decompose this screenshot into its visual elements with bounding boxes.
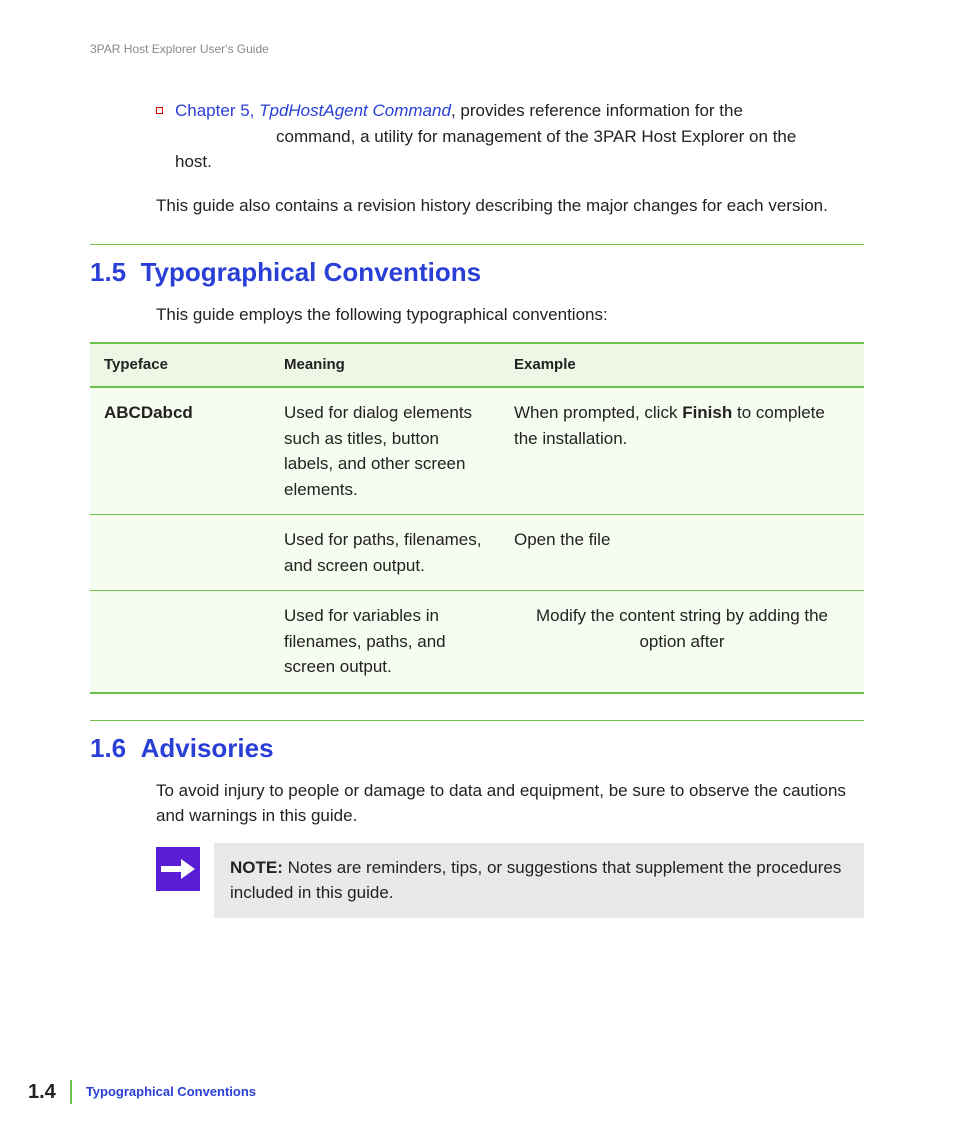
section-divider	[90, 720, 864, 721]
table-header-row: Typeface Meaning Example	[90, 343, 864, 388]
intro-paragraph: This guide also contains a revision hist…	[156, 193, 864, 219]
running-header: 3PAR Host Explorer User's Guide	[90, 40, 864, 58]
section-title-text: Advisories	[141, 733, 274, 763]
bullet-text-line3: host.	[175, 149, 864, 175]
bullet-after-ref: , provides reference information for the	[451, 101, 743, 120]
bullet-text-line2: command, a utility for management of the…	[276, 124, 864, 150]
cell-example: Modify the content string by adding the …	[500, 591, 864, 693]
section-number: 1.6	[90, 733, 126, 763]
cell-meaning: Used for variables in filenames, paths, …	[270, 591, 500, 693]
cell-typeface	[90, 591, 270, 693]
cell-typeface	[90, 515, 270, 591]
example-pre: Open the file	[514, 530, 610, 549]
note-label: NOTE:	[230, 858, 283, 877]
note-body: NOTE: Notes are reminders, tips, or sugg…	[214, 843, 864, 918]
th-typeface: Typeface	[90, 343, 270, 388]
page-footer: 1.4 Typographical Conventions	[28, 1077, 256, 1107]
cell-meaning: Used for dialog elements such as titles,…	[270, 387, 500, 515]
example-post: option after	[639, 632, 724, 651]
bullet-icon	[156, 107, 163, 114]
section-divider	[90, 244, 864, 245]
section-heading-16: 1.6 Advisories	[90, 729, 864, 768]
note-text: Notes are reminders, tips, or suggestion…	[230, 858, 841, 903]
cell-example: Open the file	[500, 515, 864, 591]
example-bold: Finish	[682, 403, 732, 422]
cell-example: When prompted, click Finish to complete …	[500, 387, 864, 515]
section-title-text: Typographical Conventions	[141, 257, 481, 287]
example-pre: Modify the content string by adding the	[536, 606, 828, 625]
table-row: ABCDabcd Used for dialog elements such a…	[90, 387, 864, 515]
bullet-item: Chapter 5, TpdHostAgent Command, provide…	[156, 98, 864, 175]
section-number: 1.5	[90, 257, 126, 287]
table-row: Used for paths, filenames, and screen ou…	[90, 515, 864, 591]
note-arrow-icon	[156, 847, 200, 891]
example-pre: When prompted, click	[514, 403, 682, 422]
chapter-ref-link[interactable]: Chapter 5,	[175, 101, 259, 120]
bullet-text-line1: Chapter 5, TpdHostAgent Command, provide…	[175, 98, 743, 124]
note-block: NOTE: Notes are reminders, tips, or sugg…	[156, 843, 864, 918]
section-15-lead: This guide employs the following typogra…	[156, 302, 864, 328]
table-row: Used for variables in filenames, paths, …	[90, 591, 864, 693]
footer-title: Typographical Conventions	[86, 1082, 256, 1102]
page-number: 1.4	[28, 1077, 56, 1107]
footer-divider	[70, 1080, 72, 1104]
cell-typeface: ABCDabcd	[90, 387, 270, 515]
cell-meaning: Used for paths, filenames, and screen ou…	[270, 515, 500, 591]
conventions-table: Typeface Meaning Example ABCDabcd Used f…	[90, 342, 864, 694]
th-meaning: Meaning	[270, 343, 500, 388]
section-heading-15: 1.5 Typographical Conventions	[90, 253, 864, 292]
th-example: Example	[500, 343, 864, 388]
chapter-title-link[interactable]: TpdHostAgent Command	[259, 101, 451, 120]
section-16-lead: To avoid injury to people or damage to d…	[156, 778, 864, 829]
